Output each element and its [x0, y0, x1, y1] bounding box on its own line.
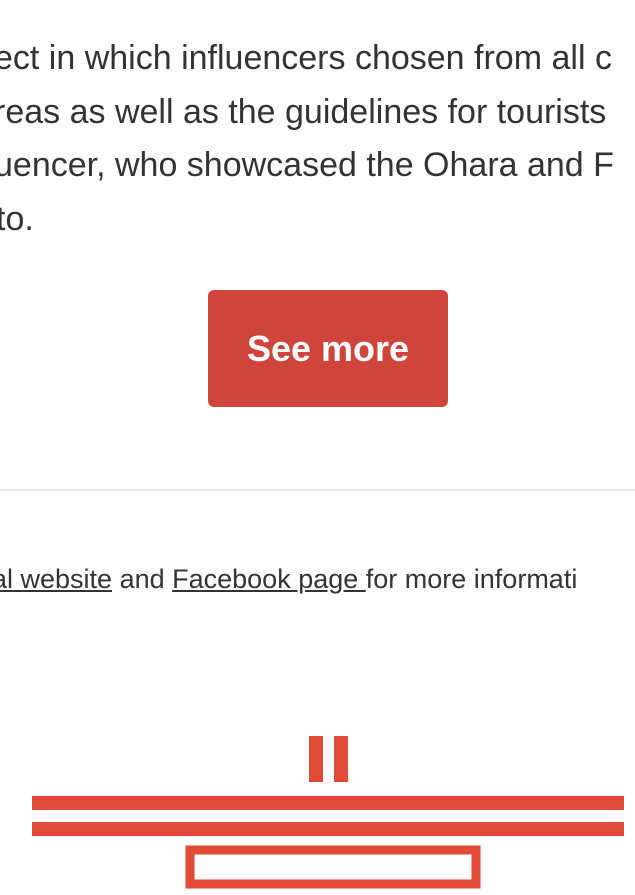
footer-info-text: ial website and Facebook page for more i…	[0, 562, 577, 596]
article-line-3: uencer, who showcased the Ohara and F	[0, 146, 614, 184]
divider	[0, 489, 635, 491]
see-more-button[interactable]: See more	[208, 290, 448, 407]
red-striped-logo-icon	[0, 730, 635, 895]
footer-text-more-info: for more informati	[365, 564, 578, 594]
article-line-2: reas as well as the guidelines for touri…	[0, 93, 607, 131]
article-line-1: ect in which influencers chosen from all…	[0, 39, 612, 77]
article-paragraph: ect in which influencers chosen from all…	[0, 0, 635, 250]
footer-text-and: and	[112, 564, 173, 594]
official-website-link[interactable]: ial website	[0, 564, 112, 594]
article-line-4: to.	[0, 200, 34, 238]
facebook-page-link[interactable]: Facebook page	[172, 564, 366, 594]
